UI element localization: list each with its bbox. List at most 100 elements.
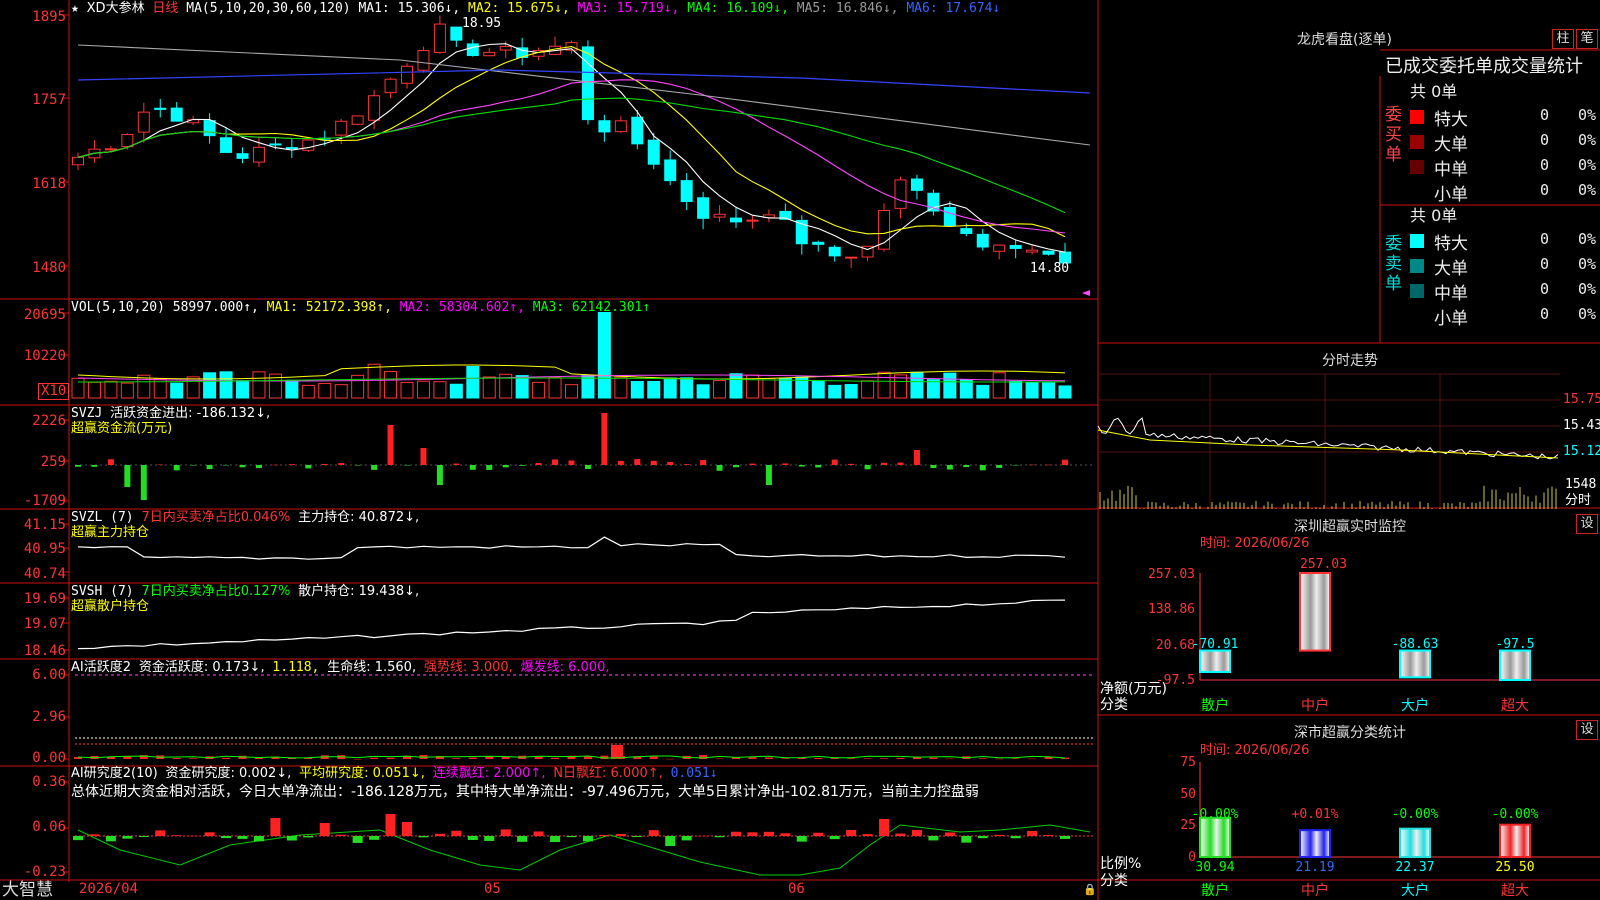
research-bar (1043, 835, 1054, 836)
fund-bar (864, 465, 871, 470)
order-row[interactable]: 特大 0 0% (1410, 229, 1600, 254)
fund-bar (338, 463, 345, 465)
candle-down (1009, 245, 1022, 249)
fund-bar (700, 460, 707, 465)
research-bar (944, 832, 955, 836)
ai-active-label: AI活跃度2 (71, 660, 131, 675)
x-axis-label: 2026/04 (79, 881, 139, 897)
fund-bar (157, 464, 164, 466)
vol-ma1: MA1: 52172.398↑, (266, 300, 392, 315)
research-bar (303, 836, 314, 838)
order-pct: 0% (1578, 106, 1597, 124)
svzl-line (77, 536, 1066, 560)
ma6-value: MA6: 17.674↓ (906, 1, 1001, 16)
period-label[interactable]: 日线 (152, 1, 178, 16)
color-swatch (1410, 110, 1424, 124)
sz-monitor-y-tick: 20.68 (1155, 638, 1195, 653)
research-bar (648, 830, 659, 836)
order-row[interactable]: 大单 0 0% (1410, 254, 1600, 279)
fund-bar (420, 448, 427, 465)
star-icon[interactable]: ★ (71, 1, 79, 16)
active-bar (945, 758, 954, 760)
research-bar (1027, 830, 1038, 836)
lock-icon[interactable]: 🔒 (1083, 882, 1097, 897)
order-row[interactable]: 中单 0 0% (1410, 279, 1600, 304)
volume-bar (367, 363, 381, 399)
svzl-ratio: 7日内买卖净占比0.046% (141, 510, 291, 525)
active-bar (452, 758, 461, 759)
candle-up (614, 120, 627, 133)
color-swatch (1410, 284, 1424, 298)
volume-bar (861, 380, 875, 399)
research-bar (796, 836, 807, 842)
volume-bar (943, 372, 957, 399)
ai-research-header: AI研究度2(10) 资金研究度: 0.002↓, 平均研究度: 0.051↓,… (71, 766, 718, 781)
research-bar (714, 836, 725, 838)
svsh-y-tick: 19.07 (23, 616, 66, 632)
bar-change-label: -0.00% (1492, 807, 1539, 822)
order-count: 0 (1540, 181, 1550, 199)
fund-bar (404, 465, 410, 466)
volume-bar (87, 381, 101, 399)
main-y-tick: 1757 (32, 92, 66, 108)
candle-down (976, 233, 989, 248)
candle-up (384, 78, 397, 94)
low-price-label: 14.80 (1030, 261, 1070, 276)
fund-bar (469, 465, 476, 470)
active-bar (863, 758, 872, 759)
research-bar (402, 822, 412, 836)
active-bar (978, 758, 987, 759)
volume-bar (630, 380, 644, 399)
ai-active-y-tick: 6.00 (32, 667, 66, 683)
research-bar (204, 832, 215, 836)
sz-class-title: 深市超赢分类统计 (1294, 725, 1406, 741)
candle-down (220, 137, 233, 153)
color-swatch (1410, 309, 1424, 323)
fund-bar (535, 462, 542, 465)
sz-monitor-settings-button[interactable]: 设 (1576, 514, 1598, 534)
order-row[interactable]: 大单 0 0% (1410, 130, 1600, 155)
order-count: 0 (1540, 280, 1550, 298)
volume-bar (466, 366, 480, 399)
candle-down (466, 43, 479, 57)
order-row[interactable]: 特大 0 0% (1410, 105, 1600, 130)
volume-bar (301, 384, 315, 399)
category-label: 超大 (1501, 883, 1529, 899)
brand-logo: 大智慧 (2, 880, 53, 900)
fund-bar (667, 461, 674, 465)
research-bar (1060, 836, 1070, 839)
stock-terminal: { "app": {"brand": "大智慧"}, "main_chart":… (0, 0, 1600, 900)
bar-value-label: 25.50 (1495, 860, 1534, 875)
order-row[interactable]: 中单 0 0% (1410, 155, 1600, 180)
order-row[interactable]: 小单 0 0% (1410, 180, 1600, 205)
ai-research-y-tick: -0.23 (23, 864, 66, 880)
sz-class-settings-button[interactable]: 设 (1576, 720, 1598, 740)
volume-bar (104, 380, 118, 399)
fund-bar (321, 463, 328, 465)
fund-bar (831, 459, 838, 465)
vol-unit[interactable]: X10 (38, 383, 70, 400)
fund-bar (683, 464, 690, 465)
vol-y-tick: 10220 (23, 348, 66, 364)
research-bar (451, 830, 462, 836)
candle-up (1026, 249, 1039, 253)
svsh-line (77, 599, 1066, 650)
bar-mode-button[interactable]: 柱 (1552, 29, 1574, 49)
active-bar (649, 756, 658, 759)
color-swatch (1410, 234, 1424, 248)
bar-value-label: 30.94 (1195, 860, 1234, 875)
pen-mode-button[interactable]: 笔 (1576, 29, 1598, 49)
longhu-tabs[interactable]: 已成交委托单成交量统计 (1385, 56, 1583, 78)
ai-research-y-tick: 0.36 (32, 774, 66, 790)
fund-bar (206, 465, 213, 470)
order-row[interactable]: 小单 0 0% (1410, 304, 1600, 329)
candle-up (993, 244, 1006, 252)
stock-name: XD大参林 (86, 1, 145, 16)
candle-up (72, 156, 84, 166)
category-bar (1299, 829, 1331, 859)
research-bar (879, 819, 890, 836)
candle-down (910, 178, 923, 191)
color-swatch (1410, 160, 1424, 174)
order-type-label: 大单 (1434, 135, 1468, 155)
vol-ma3: MA3: 62142.301↑ (532, 300, 651, 315)
